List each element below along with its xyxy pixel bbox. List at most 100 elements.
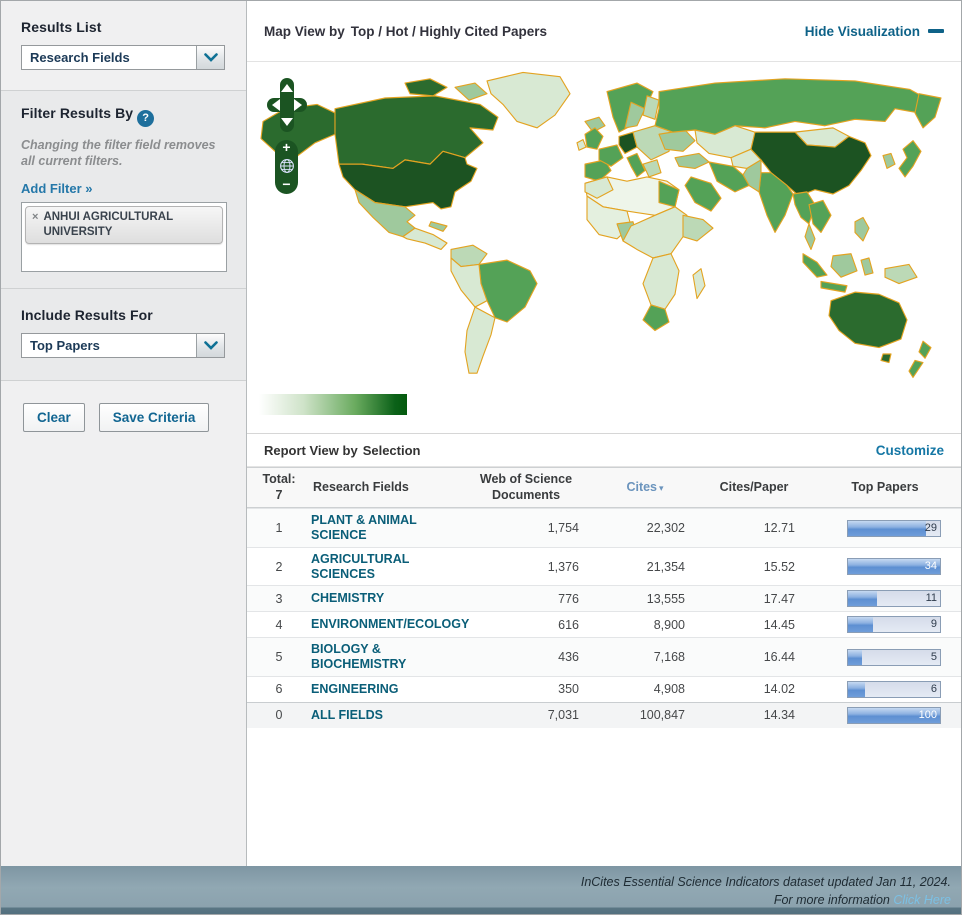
help-icon[interactable]: ? [137,109,155,127]
globe-icon[interactable] [279,158,295,174]
map-region-horn-of-africa[interactable] [682,214,714,242]
map-region-philippines[interactable] [854,216,870,242]
rank-cell: 1 [275,521,283,535]
field-link[interactable]: ALL FIELDS [311,708,461,723]
results-list-dropdown[interactable]: Research Fields [21,45,225,70]
map-region-new-zealand[interactable] [918,340,932,359]
map-region-ireland[interactable] [576,139,587,151]
top-papers-value: 29 [924,521,937,534]
zoom-in-button[interactable]: + [282,140,290,154]
table-row: 6 ENGINEERING 350 4,908 14.02 6 [247,675,961,702]
field-link[interactable]: ENGINEERING [311,682,461,697]
map-region-madagascar[interactable] [692,268,706,300]
table-header-row: Total: 7 Research Fields Web of Science … [247,467,961,509]
map-region-argentina-chile[interactable] [464,306,496,374]
report-view-title: Report View by Selection [264,443,420,458]
chevron-down-icon[interactable] [196,334,224,358]
map-region-tasmania[interactable] [880,353,892,364]
map-region-java[interactable] [820,280,848,293]
documents-cell: 350 [558,682,579,697]
map-region-new-guinea[interactable] [884,263,918,285]
map-region-sumatra[interactable] [802,253,828,278]
map-zoom-control[interactable]: + − [275,140,298,194]
map-region-central-america[interactable] [402,227,448,251]
cites-cell: 21,354 [646,559,685,574]
map-region-russia[interactable] [654,78,934,135]
map-region-balkans[interactable] [642,159,662,178]
top-papers-value: 6 [930,682,937,695]
map-region-turkey[interactable] [674,152,710,169]
map-region-greenland[interactable] [486,71,571,129]
hide-visualization-link[interactable]: Hide Visualization [805,24,944,39]
column-header-documents[interactable]: Web of Science Documents [461,468,591,507]
top-papers-value: 9 [930,618,937,631]
map-region-canada[interactable] [334,95,499,169]
remove-filter-icon[interactable]: × [32,210,38,239]
map-region-indochina[interactable] [808,199,832,233]
map-region-borneo[interactable] [830,253,858,278]
top-papers-bar: 34 [847,558,941,575]
map-region-arctic-islands[interactable] [404,78,448,97]
cites-per-paper-cell: 14.34 [763,708,795,723]
cites-per-paper-cell: 16.44 [763,650,795,664]
clear-button[interactable]: Clear [23,403,85,433]
column-header-research-fields[interactable]: Research Fields [311,476,461,500]
map-region-cuba[interactable] [428,221,448,232]
report-view-title-value: Selection [362,442,421,458]
customize-link[interactable]: Customize [876,443,944,458]
cites-per-paper-cell: 14.45 [763,617,795,632]
map-region-malay-peninsula[interactable] [804,223,816,251]
field-link[interactable]: AGRICULTURAL SCIENCES [311,552,461,582]
click-here-link[interactable]: Click Here [893,893,951,907]
map-region-japan[interactable] [898,140,922,178]
map-region-new-zealand[interactable] [908,359,924,379]
filter-note: Changing the filter field removes all cu… [21,137,216,169]
field-link[interactable]: BIOLOGY & BIOCHEMISTRY [311,642,461,672]
zoom-out-button[interactable]: − [282,177,290,191]
top-papers-value: 11 [925,592,937,605]
field-link[interactable]: PLANT & ANIMAL SCIENCE [311,513,461,543]
add-filter-link[interactable]: Add Filter » [21,181,93,196]
rank-cell: 5 [275,650,283,664]
cites-per-paper-cell: 14.02 [763,682,795,697]
active-filters-box: × ANHUI AGRICULTURAL UNIVERSITY [21,202,227,273]
table-row: 2 AGRICULTURAL SCIENCES 1,376 21,354 15.… [247,546,961,586]
documents-cell: 776 [558,591,579,606]
field-link[interactable]: ENVIRONMENT/ECOLOGY [311,617,469,632]
world-map-choropleth[interactable] [255,66,955,386]
results-list-section: Results List Research Fields [1,1,246,91]
map-region-saudi-arabia[interactable] [684,176,722,212]
map-region-brazil[interactable] [478,259,538,323]
table-row: 4 ENVIRONMENT/ECOLOGY 616 8,900 14.45 9 [247,611,961,638]
include-results-section: Include Results For Top Papers [1,289,246,382]
top-papers-bar: 6 [847,680,941,698]
field-link[interactable]: CHEMISTRY [311,591,461,606]
column-header-cites-per-paper[interactable]: Cites/Paper [699,476,809,500]
map-region-italy[interactable] [626,152,646,178]
map-region-arctic-islands[interactable] [454,82,488,101]
total-label: Total: [262,472,296,486]
rank-cell: 0 [275,708,283,723]
column-header-top-papers[interactable]: Top Papers [809,476,961,500]
map-region-south-africa[interactable] [642,304,670,332]
save-criteria-button[interactable]: Save Criteria [98,403,210,433]
map-region-australia[interactable] [828,291,908,349]
map-pan-control[interactable] [267,78,307,132]
map-region-ukraine[interactable] [658,129,696,152]
map-region-uk[interactable] [584,127,604,150]
column-header-cites-sorted[interactable]: Cites ▾ [591,476,699,500]
filter-tag[interactable]: × ANHUI AGRICULTURAL UNIVERSITY [25,206,223,244]
map-region-korea[interactable] [882,152,896,169]
include-results-dropdown[interactable]: Top Papers [21,333,225,359]
top-papers-bar: 5 [847,648,941,666]
documents-cell: 1,754 [547,521,579,535]
filter-tag-label: ANHUI AGRICULTURAL UNIVERSITY [43,211,173,238]
chevron-down-icon[interactable] [196,46,224,69]
map-region-chukotka[interactable] [914,93,942,129]
total-value: 7 [275,487,283,502]
map-region-egypt[interactable] [658,180,680,208]
map-region-sulawesi[interactable] [860,257,874,276]
documents-cell: 1,376 [547,559,579,574]
cites-cell: 8,900 [653,617,685,632]
map-region-southern-africa[interactable] [642,253,680,310]
